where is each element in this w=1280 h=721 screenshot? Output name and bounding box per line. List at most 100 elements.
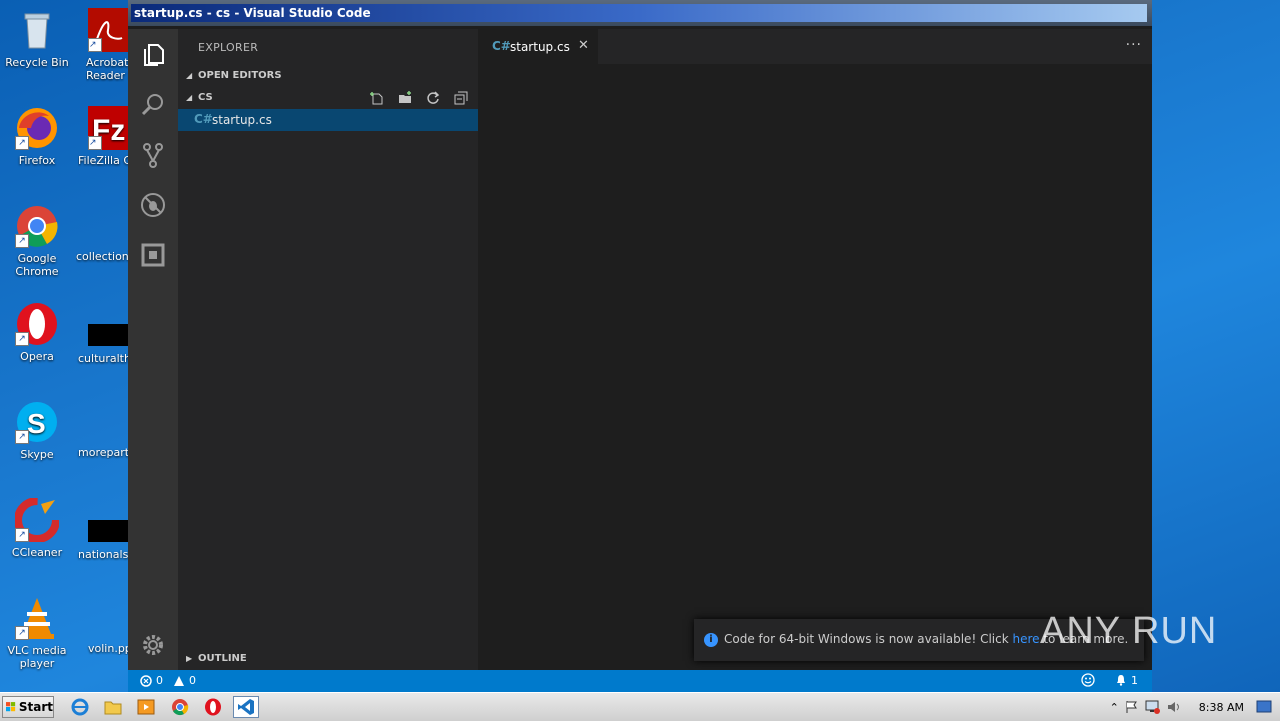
taskbar-clock[interactable]: 8:38 AM xyxy=(1199,701,1244,714)
more-actions-button[interactable]: ··· xyxy=(1126,37,1142,53)
close-tab-icon[interactable]: ✕ xyxy=(578,38,589,53)
notification-text-before: Code for 64-bit Windows is now available… xyxy=(724,632,1013,646)
new-folder-button[interactable] xyxy=(394,89,416,107)
media-player-icon xyxy=(137,699,155,715)
taskbar-explorer-button[interactable] xyxy=(100,696,126,718)
window-titlebar[interactable]: startup.cs - cs - Visual Studio Code xyxy=(128,0,1152,26)
feedback-smiley-icon[interactable] xyxy=(1081,673,1095,687)
search-activity-button[interactable] xyxy=(128,81,178,129)
shortcut-arrow-icon: ↗ xyxy=(15,234,29,248)
titlebar-caption: startup.cs - cs - Visual Studio Code xyxy=(131,4,1147,22)
outline-label: OUTLINE xyxy=(198,653,247,664)
taskbar: Start ⌃ 8:38 AM xyxy=(0,692,1280,721)
notification-link[interactable]: here xyxy=(1012,632,1039,646)
extensions-icon xyxy=(141,243,165,267)
desktop-icon-recycle-bin[interactable]: Recycle Bin xyxy=(0,8,74,69)
recycle-bin-icon xyxy=(15,8,59,52)
desktop-icon-label: Google Chrome xyxy=(15,252,59,278)
desktop-icon-ccleaner[interactable]: ↗ CCleaner xyxy=(0,497,74,559)
file-tree-item-startup-cs[interactable]: C# startup.cs xyxy=(178,109,478,131)
desktop-icon-label: collectionas xyxy=(76,250,136,263)
file-thumbnail xyxy=(88,324,128,346)
explorer-activity-button[interactable] xyxy=(128,31,178,79)
gear-icon xyxy=(143,635,163,655)
notifications-status[interactable]: 1 xyxy=(1115,674,1138,687)
desktop-icon-label: moreparty xyxy=(78,446,136,459)
folder-section[interactable]: ◢ CS xyxy=(178,87,478,109)
filezilla-icon: Fz ↗ xyxy=(88,106,132,150)
desktop-icon-chrome[interactable]: ↗ Google Chrome xyxy=(0,204,74,278)
desktop-icon-opera[interactable]: ↗ Opera xyxy=(0,302,74,363)
taskbar-media-player-button[interactable] xyxy=(133,696,159,718)
open-editors-section[interactable]: ◢ OPEN EDITORS xyxy=(178,65,478,87)
new-file-button[interactable] xyxy=(366,89,388,107)
status-bar: 0 0 1 xyxy=(128,670,1152,692)
activity-bar xyxy=(128,29,178,670)
outline-section[interactable]: ▶ OUTLINE xyxy=(178,648,478,670)
editor-area[interactable]: C# startup.cs ✕ ··· i Code for 64-bit Wi… xyxy=(478,29,1152,670)
shortcut-arrow-icon: ↗ xyxy=(15,626,29,640)
action-center-flag-icon[interactable] xyxy=(1125,700,1139,714)
show-desktop-icon[interactable] xyxy=(1256,700,1272,714)
desktop-icon-culturalthi[interactable]: culturalthi xyxy=(76,324,136,365)
desktop-icon-nationalstu[interactable]: nationalstu xyxy=(76,520,136,561)
desktop-icon-label: Skype xyxy=(20,448,54,461)
extensions-activity-button[interactable] xyxy=(128,231,178,279)
editor-tab-startup-cs[interactable]: C# startup.cs ✕ xyxy=(478,29,598,64)
tray-overflow-icon[interactable]: ⌃ xyxy=(1110,701,1119,714)
desktop-icon-collectionas[interactable]: collectionas xyxy=(76,250,136,263)
sidebar-title: EXPLORER xyxy=(198,41,259,54)
folder-icon xyxy=(104,701,122,715)
desktop-icon-label: volin.pp xyxy=(88,642,132,655)
taskbar-ie-button[interactable] xyxy=(67,696,93,718)
network-icon[interactable] xyxy=(1145,700,1161,714)
editor-tab-bar: C# startup.cs ✕ ··· xyxy=(478,29,1152,64)
explorer-sidebar: EXPLORER ◢ OPEN EDITORS ◢ CS C# startup.… xyxy=(178,29,478,670)
csharp-file-icon: C# xyxy=(492,39,511,53)
desktop-icon-skype[interactable]: S ↗ Skype xyxy=(0,400,74,461)
desktop-icon-label: CCleaner xyxy=(11,546,63,559)
info-icon: i xyxy=(704,633,718,647)
vscode-window: startup.cs - cs - Visual Studio Code EXP… xyxy=(128,0,1152,692)
search-icon xyxy=(141,94,163,116)
desktop-icon-firefox[interactable]: ↗ Firefox xyxy=(0,106,74,167)
collapse-all-icon xyxy=(454,91,468,105)
windows-logo-icon xyxy=(6,702,16,712)
manage-settings-button[interactable] xyxy=(128,621,178,669)
start-button[interactable]: Start xyxy=(2,696,54,718)
problems-status[interactable]: 0 0 xyxy=(140,674,196,687)
new-file-icon xyxy=(370,92,383,105)
taskbar-chrome-button[interactable] xyxy=(167,696,193,718)
git-branch-icon xyxy=(143,143,163,168)
source-control-activity-button[interactable] xyxy=(128,131,178,179)
collapse-folders-button[interactable] xyxy=(450,89,472,107)
shortcut-arrow-icon: ↗ xyxy=(15,430,29,444)
window-title: startup.cs - cs - Visual Studio Code xyxy=(134,6,371,20)
vscode-icon xyxy=(238,699,254,715)
refresh-explorer-button[interactable] xyxy=(422,89,444,107)
desktop-icon-vlc[interactable]: ↗ VLC media player xyxy=(0,596,74,670)
start-label: Start xyxy=(18,700,53,714)
collapse-triangle-icon: ◢ xyxy=(186,71,193,80)
debug-activity-button[interactable] xyxy=(128,181,178,229)
new-folder-icon xyxy=(399,91,411,103)
chrome-icon: ↗ xyxy=(15,204,59,248)
volume-icon[interactable] xyxy=(1167,700,1183,714)
desktop-icon-volin[interactable]: volin.pp xyxy=(76,642,136,655)
acrobat-icon: ↗ xyxy=(88,8,132,52)
warning-icon xyxy=(174,675,184,686)
tab-label: startup.cs xyxy=(510,40,570,54)
desktop-icon-moreparty[interactable]: moreparty xyxy=(76,446,136,459)
opera-icon: ↗ xyxy=(15,302,59,346)
desktop-icon-label: VLC media player xyxy=(7,644,67,670)
debug-icon xyxy=(141,193,165,217)
system-tray: ⌃ 8:38 AM xyxy=(1110,693,1280,721)
shortcut-arrow-icon: ↗ xyxy=(15,136,29,150)
taskbar-opera-button[interactable] xyxy=(200,696,226,718)
expand-triangle-icon: ▶ xyxy=(186,654,193,663)
taskbar-vscode-button[interactable] xyxy=(233,696,259,718)
shortcut-arrow-icon: ↗ xyxy=(15,332,29,346)
ccleaner-icon: ↗ xyxy=(14,497,60,543)
csharp-file-icon: C# xyxy=(194,112,213,126)
firefox-icon: ↗ xyxy=(15,106,59,150)
